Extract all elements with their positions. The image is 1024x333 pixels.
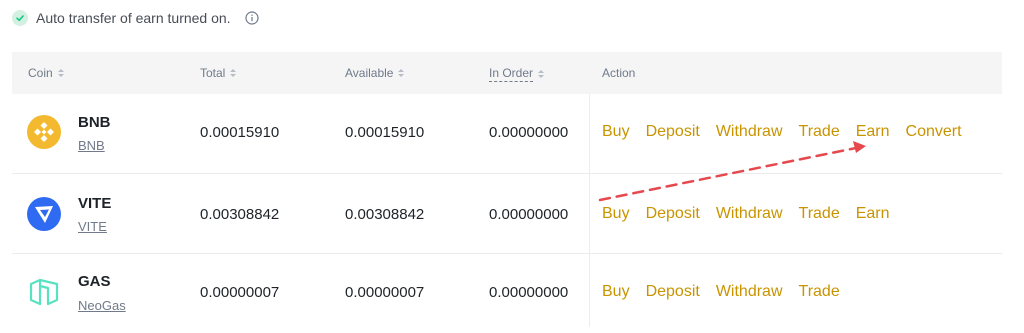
table-header: Coin Total Available In Order Action <box>12 52 1002 94</box>
trade-link[interactable]: Trade <box>799 205 840 223</box>
deposit-link[interactable]: Deposit <box>646 123 700 141</box>
table-row: VITE VITE 0.00308842 0.00308842 0.000000… <box>12 174 1002 254</box>
header-in-order-label: In Order <box>489 66 534 82</box>
earn-link[interactable]: Earn <box>856 123 890 141</box>
header-available[interactable]: Available <box>345 66 405 80</box>
header-available-label: Available <box>345 66 394 80</box>
sort-icon[interactable] <box>57 68 65 78</box>
coin-name-link[interactable]: VITE <box>78 219 107 234</box>
in-order-value: 0.00000000 <box>489 124 569 141</box>
table-row: BNB BNB 0.00015910 0.00015910 0.00000000… <box>12 94 1002 174</box>
total-value: 0.00000007 <box>200 284 280 301</box>
header-total-label: Total <box>200 66 226 80</box>
buy-link[interactable]: Buy <box>602 123 630 141</box>
total-value: 0.00308842 <box>200 206 280 223</box>
deposit-link[interactable]: Deposit <box>646 283 700 301</box>
sort-icon[interactable] <box>229 68 237 78</box>
available-value: 0.00015910 <box>345 124 425 141</box>
in-order-value: 0.00000000 <box>489 206 569 223</box>
sort-icon[interactable] <box>537 69 545 79</box>
check-circle-icon <box>12 10 28 26</box>
notice-text: Auto transfer of earn turned on. <box>36 10 231 26</box>
convert-link[interactable]: Convert <box>906 123 962 141</box>
earn-link[interactable]: Earn <box>856 205 890 223</box>
coin-symbol: BNB <box>78 114 111 131</box>
coin-name-link[interactable]: BNB <box>78 138 105 153</box>
table-row: GAS NeoGas 0.00000007 0.00000007 0.00000… <box>12 254 1002 333</box>
balances-table: Coin Total Available In Order Action BNB… <box>12 52 1002 333</box>
row-actions: Buy Deposit Withdraw Trade Earn Convert <box>602 123 962 141</box>
withdraw-link[interactable]: Withdraw <box>716 283 783 301</box>
header-coin-label: Coin <box>28 66 53 80</box>
coin-name-link[interactable]: NeoGas <box>78 298 126 313</box>
coin-symbol: GAS <box>78 273 111 290</box>
bnb-logo-icon <box>27 115 61 149</box>
buy-link[interactable]: Buy <box>602 205 630 223</box>
info-icon[interactable] <box>244 11 259 25</box>
header-in-order[interactable]: In Order <box>489 66 545 82</box>
header-action: Action <box>602 66 635 80</box>
header-action-label: Action <box>602 66 636 80</box>
sort-icon[interactable] <box>397 68 405 78</box>
row-actions: Buy Deposit Withdraw Trade Earn <box>602 205 890 223</box>
header-total[interactable]: Total <box>200 66 237 80</box>
deposit-link[interactable]: Deposit <box>646 205 700 223</box>
withdraw-link[interactable]: Withdraw <box>716 205 783 223</box>
available-value: 0.00308842 <box>345 206 425 223</box>
buy-link[interactable]: Buy <box>602 283 630 301</box>
coin-symbol: VITE <box>78 195 112 212</box>
vite-logo-icon <box>27 197 61 231</box>
withdraw-link[interactable]: Withdraw <box>716 123 783 141</box>
trade-link[interactable]: Trade <box>799 123 840 141</box>
gas-logo-icon <box>29 278 59 306</box>
auto-transfer-notice: Auto transfer of earn turned on. <box>12 8 259 28</box>
trade-link[interactable]: Trade <box>799 283 840 301</box>
total-value: 0.00015910 <box>200 124 280 141</box>
available-value: 0.00000007 <box>345 284 425 301</box>
header-coin[interactable]: Coin <box>28 66 65 80</box>
row-actions: Buy Deposit Withdraw Trade <box>602 283 840 301</box>
in-order-value: 0.00000000 <box>489 284 569 301</box>
